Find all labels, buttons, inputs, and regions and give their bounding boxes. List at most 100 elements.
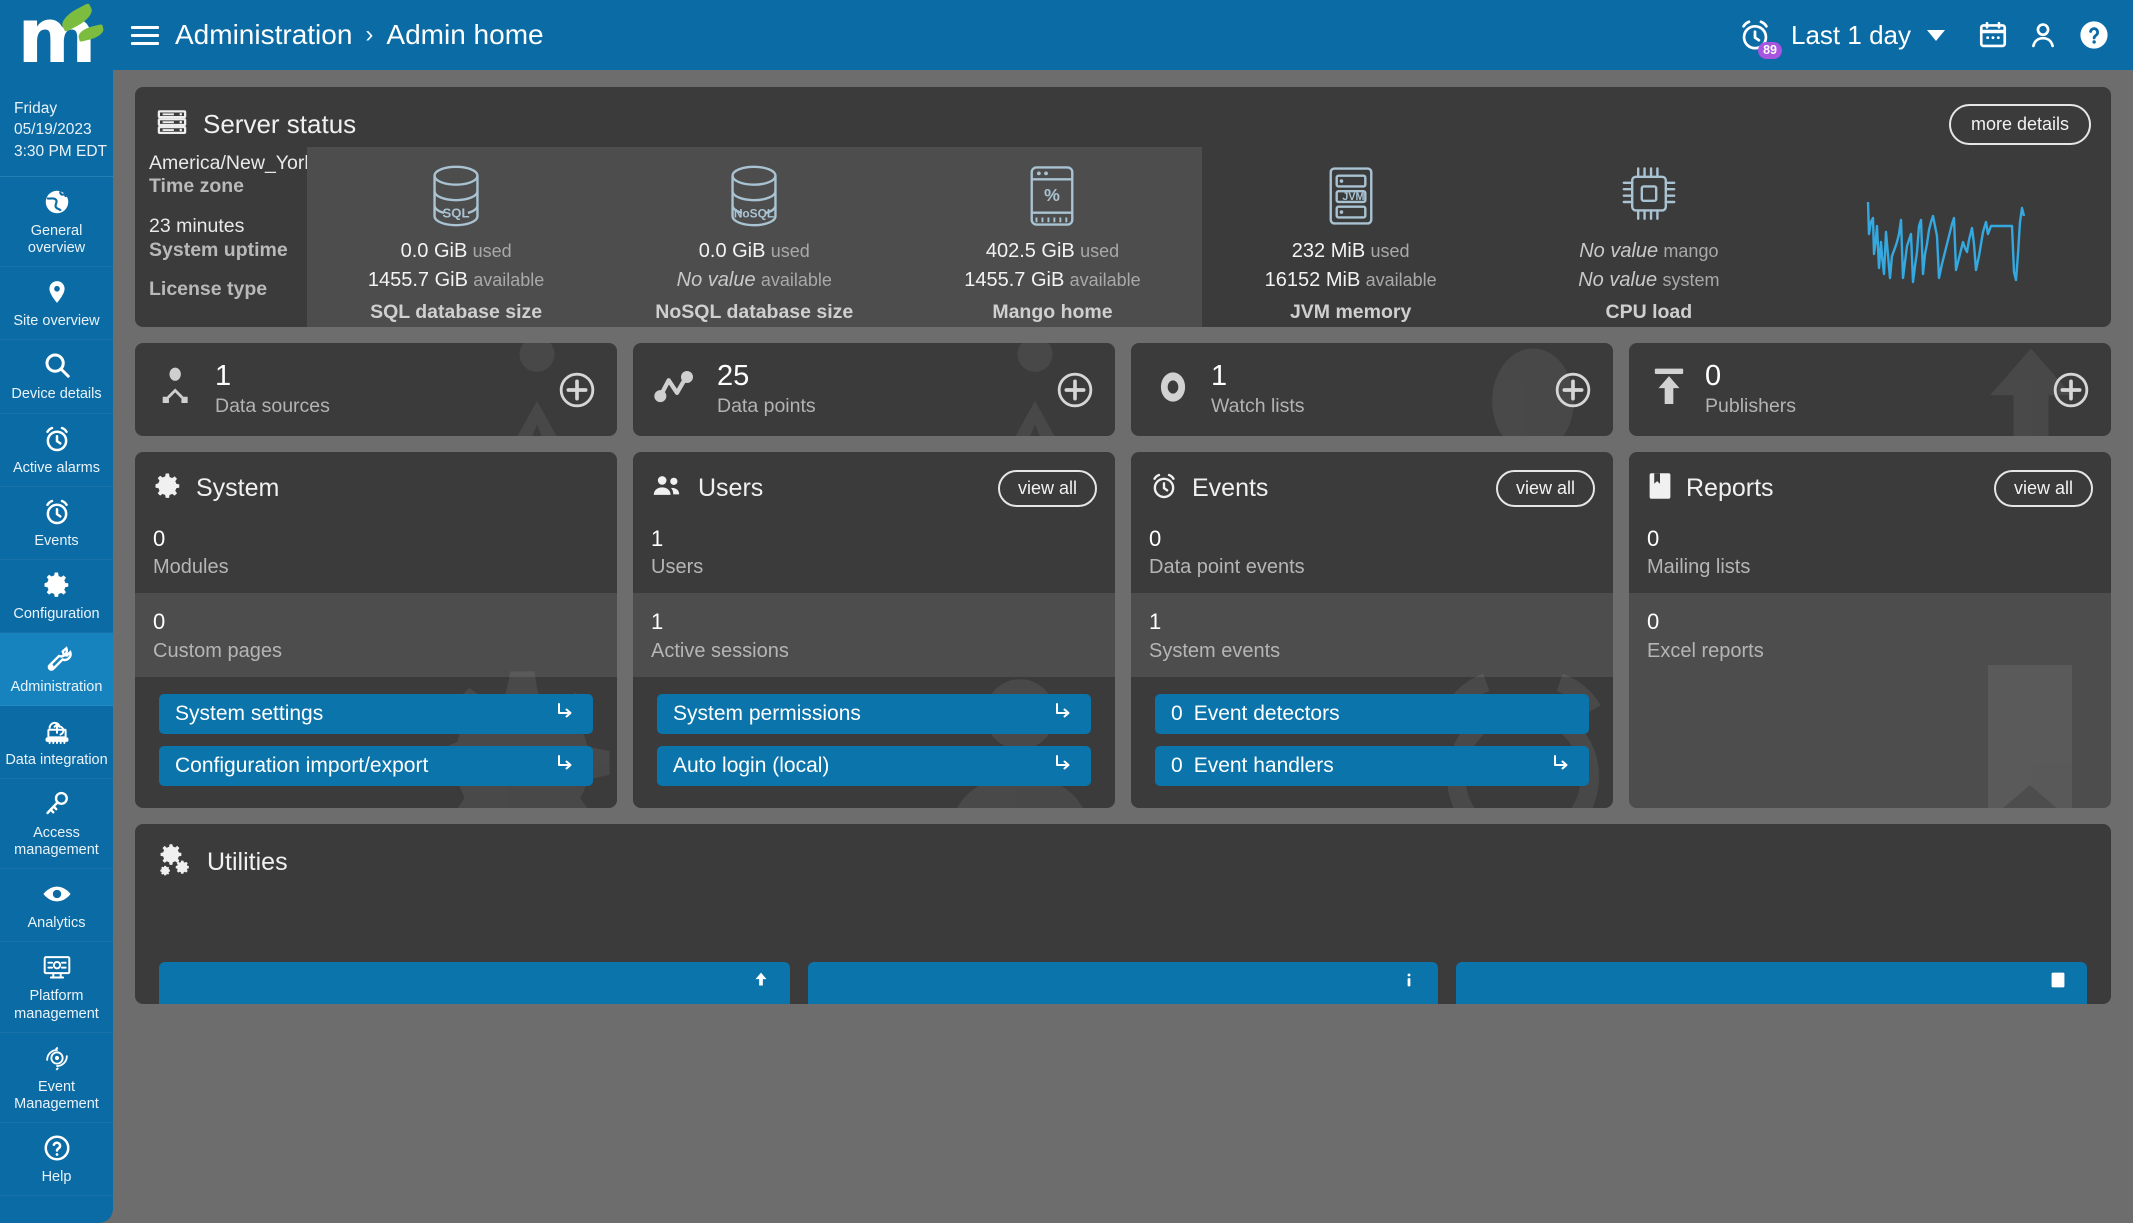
action-event-detectors[interactable]: 0 Event detectors <box>1155 694 1589 734</box>
stat-value: 1 <box>651 526 664 551</box>
stat-label: System events <box>1149 639 1281 662</box>
panel-title: Events <box>1192 473 1269 502</box>
sidebar-item-label: Device details <box>11 386 102 403</box>
counter-text: 1 Watch lists <box>1211 360 1305 418</box>
sidebar-item-access-management[interactable]: Access management <box>0 779 113 870</box>
counter-value: 0 <box>1705 359 1722 392</box>
metric-available-unit: available <box>1069 270 1141 290</box>
clock-date: 05/19/2023 <box>14 121 92 139</box>
sidebar-item-label: Events <box>34 532 79 549</box>
breadcrumb-item-administration[interactable]: Administration <box>175 19 352 51</box>
action-auto-login-local[interactable]: Auto login (local) <box>657 746 1091 786</box>
metric-available-value: No value <box>676 269 756 291</box>
metric-used-value: 0.0 GiB <box>698 240 766 262</box>
sidebar-item-data-integration[interactable]: Data integration <box>0 706 113 780</box>
server-info-label: Time zone <box>149 175 244 198</box>
sidebar-item-label: Analytics <box>27 915 86 932</box>
metric-available-value: 16152 MiB <box>1264 269 1361 291</box>
metric-used-value: 402.5 GiB <box>985 240 1075 262</box>
breadcrumb: Administration › Admin home <box>175 19 544 51</box>
cpu-icon <box>1615 155 1683 237</box>
counter-card-data-sources[interactable]: 1 Data sources <box>135 343 617 436</box>
metric-used-unit: used <box>472 241 512 261</box>
metric-system-unit: system <box>1662 270 1720 290</box>
user-icon[interactable] <box>2027 19 2059 51</box>
app-logo[interactable]: m <box>0 0 113 92</box>
database-nosql-icon: NoSQL <box>723 155 785 237</box>
sidebar-item-events[interactable]: Events <box>0 487 113 560</box>
info-icon <box>1398 969 1420 997</box>
action-event-handlers[interactable]: 0 Event handlers <box>1155 746 1589 786</box>
sidebar-item-general-overview[interactable]: General overview <box>0 177 113 268</box>
counter-label: Watch lists <box>1211 395 1305 418</box>
stat-value: 0 <box>153 526 166 551</box>
view-all-reports-button[interactable]: view all <box>1993 469 2093 507</box>
counter-card-watch-lists[interactable]: 1 Watch lists <box>1131 343 1613 436</box>
plus-circle-icon[interactable] <box>2051 370 2091 410</box>
sidebar-item-configuration[interactable]: Configuration <box>0 560 113 633</box>
stat-value: 1 <box>1149 609 1162 635</box>
panel-events: Events view all 0 Data point events 1 Sy… <box>1131 452 1613 808</box>
view-all-events-button[interactable]: view all <box>1495 469 1595 507</box>
sidebar-item-event-management[interactable]: Event Management <box>0 1033 113 1123</box>
action-system-permissions[interactable]: System permissions <box>657 694 1091 734</box>
sidebar-item-administration[interactable]: Administration <box>0 632 113 706</box>
sidebar-item-device-details[interactable]: Device details <box>0 340 113 414</box>
stat-value: 0 <box>153 609 166 635</box>
utilities-title: Utilities <box>207 848 288 876</box>
counter-card-publishers[interactable]: 0 Publishers <box>1629 343 2111 436</box>
map-pin-icon <box>4 277 109 309</box>
server-info-value: America/New_York <box>149 152 315 174</box>
globe-icon <box>4 187 109 219</box>
alarm-clock-icon <box>4 497 109 529</box>
enter-arrow-icon <box>1051 699 1075 729</box>
admin-dashboard-window: m Friday 05/19/2023 3:30 PM EDT General … <box>0 0 2133 1223</box>
chevron-down-icon[interactable] <box>1927 29 1945 41</box>
alarm-clock-icon <box>4 424 109 456</box>
calendar-icon[interactable] <box>1977 19 2009 51</box>
time-range-selector[interactable]: Last 1 day <box>1791 20 1911 51</box>
plus-circle-icon[interactable] <box>1553 370 1593 410</box>
panel-header: Users view all <box>633 452 1115 510</box>
action-system-settings[interactable]: System settings <box>159 694 593 734</box>
breadcrumb-item-admin-home[interactable]: Admin home <box>386 19 543 51</box>
alarm-clock-icon[interactable]: 89 <box>1737 17 1783 59</box>
dashboard-content: Server status more details America/New_Y… <box>113 70 2133 1223</box>
hamburger-icon[interactable] <box>131 21 159 50</box>
view-all-users-button[interactable]: view all <box>997 469 1097 507</box>
sidebar-item-analytics[interactable]: Analytics <box>0 869 113 943</box>
data-point-icon <box>653 367 701 412</box>
panel-header: System <box>135 452 617 510</box>
panel-reports: Reports view all 0 Mailing lists 0 Excel… <box>1629 452 2111 808</box>
panel-stat: 0 Excel reports <box>1629 593 2111 808</box>
stat-value: 0 <box>1647 526 1660 551</box>
sidebar-item-label: Event Management <box>14 1078 99 1112</box>
sidebar-item-label: Configuration <box>13 605 100 622</box>
sidebar-item-site-overview[interactable]: Site overview <box>0 267 113 341</box>
metric-label: SQL database size <box>370 301 543 323</box>
sidebar-item-platform-management[interactable]: Platform management <box>0 942 113 1033</box>
utility-button-2[interactable] <box>807 962 1439 1004</box>
server-status-body: America/New_York Time zone 23 minutes Sy… <box>135 147 2111 327</box>
plus-circle-icon[interactable] <box>557 370 597 410</box>
more-details-button[interactable]: more details <box>1948 103 2091 145</box>
cpu-load-sparkline <box>1798 147 2111 327</box>
help-circle-icon[interactable] <box>2077 18 2111 52</box>
users-icon <box>651 472 685 505</box>
sidebar-item-active-alarms[interactable]: Active alarms <box>0 414 113 487</box>
plus-circle-icon[interactable] <box>1055 370 1095 410</box>
question-circle-icon <box>4 1133 109 1165</box>
wrench-icon <box>4 643 109 675</box>
utility-button-3[interactable] <box>1456 962 2088 1004</box>
metric-label: CPU load <box>1605 301 1693 323</box>
key-icon <box>4 789 109 821</box>
metric-available-unit: available <box>473 270 545 290</box>
utility-button-1[interactable] <box>159 962 790 1004</box>
metric-available-line: No value available <box>677 266 832 295</box>
action-configuration-import-export[interactable]: Configuration import/export <box>159 746 593 786</box>
sidebar-item-help[interactable]: Help <box>0 1123 113 1196</box>
counter-card-data-points[interactable]: 25 Data points <box>633 343 1115 436</box>
counter-text: 1 Data sources <box>215 360 330 418</box>
clock-day: Friday <box>14 100 58 117</box>
utilities-buttons <box>159 962 2088 1004</box>
